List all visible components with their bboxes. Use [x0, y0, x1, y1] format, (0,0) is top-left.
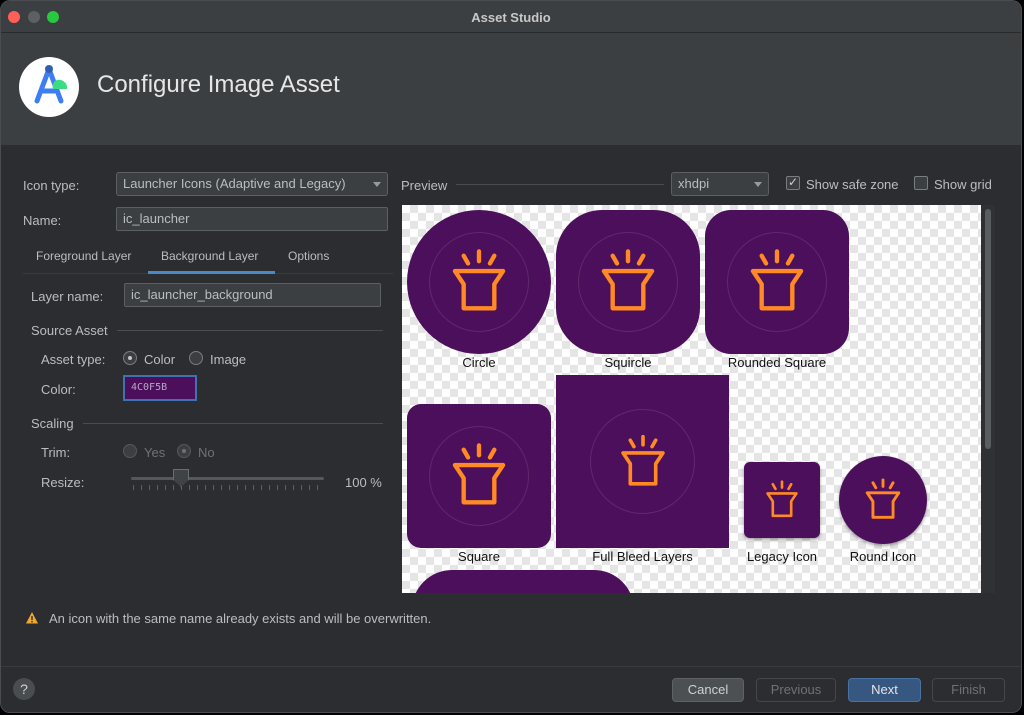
preview-separator	[456, 184, 664, 185]
icon-type-value: Launcher Icons (Adaptive and Legacy)	[123, 176, 346, 191]
chevron-down-icon	[754, 182, 762, 187]
layer-name-label: Layer name:	[31, 289, 104, 304]
flashlight-icon	[444, 441, 514, 511]
name-value: ic_launcher	[123, 211, 190, 226]
trim-no-label: No	[198, 445, 215, 460]
trim-no-radio[interactable]	[177, 444, 191, 458]
flashlight-icon	[593, 247, 663, 317]
circle-label: Circle	[462, 355, 496, 370]
flashlight-icon	[614, 433, 672, 491]
source-asset-separator	[117, 330, 383, 331]
flashlight-icon	[742, 247, 812, 317]
android-studio-logo-icon	[19, 57, 79, 117]
previous-button[interactable]: Previous	[756, 678, 836, 702]
layer-name-input[interactable]: ic_launcher_background	[124, 283, 381, 307]
full-bleed-label: Full Bleed Layers	[592, 549, 693, 564]
preview-scrollbar-thumb[interactable]	[985, 209, 991, 449]
tab-background-layer[interactable]: Background Layer	[161, 249, 258, 263]
page-title: Configure Image Asset	[97, 71, 340, 98]
resize-slider-ticks	[133, 485, 325, 490]
resize-label: Resize:	[41, 475, 85, 490]
next-button[interactable]: Next	[848, 678, 921, 702]
color-hex-value: 4C0F5B	[131, 382, 168, 393]
tab-options[interactable]: Options	[288, 249, 329, 263]
preview-title: Preview	[401, 178, 448, 193]
show-safe-zone-checkbox[interactable]	[786, 175, 800, 190]
icon-type-label: Icon type:	[23, 178, 80, 193]
squircle-icon-preview	[556, 210, 700, 354]
active-tab-indicator	[148, 271, 275, 274]
asset-type-color-radio[interactable]	[123, 351, 137, 365]
asset-type-image-label: Image	[210, 352, 247, 367]
asset-type-color-label: Color	[144, 352, 176, 367]
square-icon-preview	[407, 404, 551, 548]
color-label: Color:	[41, 382, 76, 397]
full-bleed-icon-preview	[556, 375, 729, 548]
round-icon-preview	[839, 456, 927, 544]
icon-type-select[interactable]: Launcher Icons (Adaptive and Legacy)	[116, 172, 388, 196]
warning-icon	[25, 611, 39, 628]
wizard-header: Configure Image Asset	[1, 33, 1021, 145]
rounded-square-label: Rounded Square	[727, 355, 827, 370]
resize-value: 100 %	[345, 475, 382, 490]
settings-panel: Icon type: Launcher Icons (Adaptive and …	[1, 146, 395, 596]
show-safe-zone-label: Show safe zone	[806, 177, 899, 192]
asset-type-label: Asset type:	[41, 352, 106, 367]
name-label: Name:	[23, 213, 62, 228]
color-picker-field[interactable]: 4C0F5B	[123, 375, 197, 401]
rounded-square-icon-preview	[705, 210, 849, 354]
density-value: xhdpi	[678, 176, 710, 191]
show-grid-label: Show grid	[934, 177, 992, 192]
help-button[interactable]: ?	[13, 678, 35, 700]
preview-canvas: Circle Squircle Rounded Square Square Fu…	[402, 205, 981, 593]
partial-icon-preview	[412, 570, 634, 593]
flashlight-icon	[761, 479, 803, 521]
legacy-icon-preview	[744, 462, 820, 538]
overwrite-warning: An icon with the same name already exist…	[49, 611, 432, 626]
finish-button[interactable]: Finish	[932, 678, 1005, 702]
window-title: Asset Studio	[471, 10, 551, 25]
squircle-label: Squircle	[604, 355, 652, 370]
trim-label: Trim:	[41, 445, 71, 460]
cancel-button[interactable]: Cancel	[672, 678, 744, 702]
layer-name-value: ic_launcher_background	[131, 287, 273, 302]
asset-type-image-radio[interactable]	[189, 351, 203, 365]
scaling-title: Scaling	[31, 416, 74, 431]
legacy-icon-label: Legacy Icon	[746, 549, 818, 564]
flashlight-icon	[860, 477, 906, 523]
chevron-down-icon	[373, 182, 381, 187]
asset-studio-window: Asset Studio Configure Image Asset Icon …	[0, 0, 1022, 713]
tab-foreground-layer[interactable]: Foreground Layer	[36, 249, 131, 263]
flashlight-icon	[444, 247, 514, 317]
trim-yes-radio[interactable]	[123, 444, 137, 458]
round-icon-label: Round Icon	[849, 549, 917, 564]
square-label: Square	[458, 549, 500, 564]
density-select[interactable]: xhdpi	[671, 172, 769, 196]
name-input[interactable]: ic_launcher	[116, 207, 388, 231]
trim-yes-label: Yes	[144, 445, 166, 460]
scaling-separator	[83, 423, 383, 424]
circle-icon-preview	[407, 210, 551, 354]
title-bar: Asset Studio	[1, 1, 1021, 33]
source-asset-title: Source Asset	[31, 323, 108, 338]
resize-slider-track[interactable]	[131, 477, 324, 480]
show-grid-checkbox[interactable]	[914, 176, 928, 190]
